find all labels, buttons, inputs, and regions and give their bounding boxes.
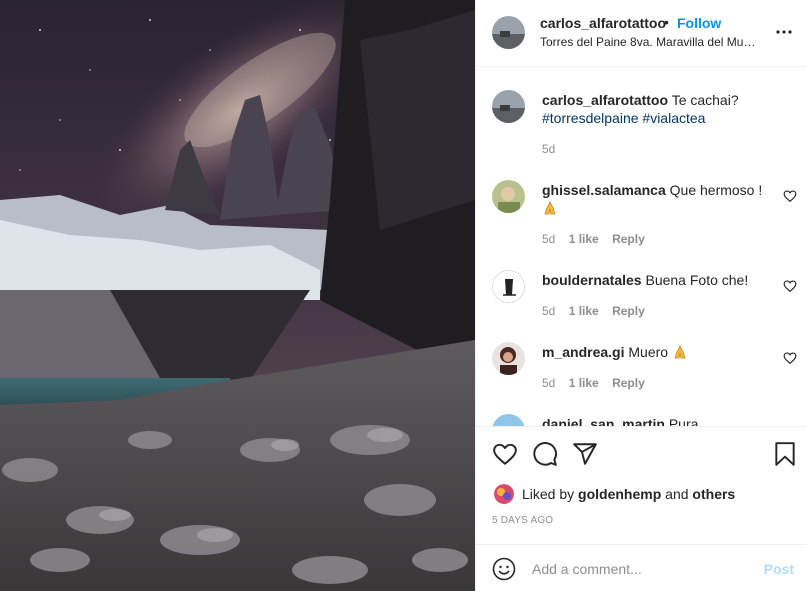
commenter-username[interactable]: bouldernatales (542, 272, 642, 288)
liked-by-conj: and (665, 486, 689, 502)
liker-username[interactable]: goldenhemp (578, 486, 661, 502)
like-comment-heart-icon[interactable] (783, 351, 797, 365)
caption-body: Te cachai? (671, 92, 739, 108)
comment-input[interactable] (532, 557, 752, 581)
liker-avatar (494, 484, 514, 504)
reply-button[interactable]: Reply (612, 376, 645, 390)
comment-likes[interactable]: 1 like (569, 304, 599, 318)
heart-icon[interactable] (492, 441, 518, 467)
like-comment-heart-icon[interactable] (783, 189, 797, 203)
comment-age: 5d (542, 232, 556, 246)
like-comment-heart-icon[interactable] (783, 279, 797, 293)
post-photo[interactable] (0, 0, 475, 591)
post-timestamp[interactable]: 5 DAYS AGO (492, 515, 553, 526)
author-username[interactable]: carlos_alfarotattoo (540, 15, 666, 31)
hashtag-link[interactable]: #torresdelpaine (542, 110, 639, 126)
likes-others-link[interactable]: others (692, 486, 735, 502)
comment-text: ghissel.salamanca Que hermoso ! (542, 181, 772, 217)
comment-meta: 5d 1 like Reply (542, 304, 655, 318)
post-side-panel: carlos_alfarotattoo • Follow Torres del … (475, 0, 807, 591)
comment-body: Buena Foto che! (645, 272, 749, 288)
instagram-post: carlos_alfarotattoo • Follow Torres del … (0, 0, 807, 591)
avatar-image (492, 16, 525, 49)
commenter-avatar[interactable] (492, 414, 525, 426)
comment-text: daniel_san_martin Pura bendiciones (542, 415, 772, 426)
commenter-avatar[interactable] (492, 180, 525, 213)
commenter-avatar[interactable] (492, 342, 525, 375)
comment-icon[interactable] (532, 441, 558, 467)
commenter-username[interactable]: m_andrea.gi (542, 344, 624, 360)
bookmark-icon[interactable] (772, 441, 798, 467)
hashtag-link[interactable]: #vialactea (642, 110, 705, 126)
praying-hands-emoji-icon (544, 201, 556, 215)
follow-button[interactable]: Follow (677, 15, 721, 31)
commenter-username[interactable]: daniel_san_martin (542, 416, 665, 426)
caption-username[interactable]: carlos_alfarotattoo (542, 92, 668, 108)
liked-by-prefix: Liked by (522, 486, 575, 502)
commenter-avatar[interactable] (492, 270, 525, 303)
comment-meta: 5d 1 like Reply (542, 232, 655, 246)
comment-likes[interactable]: 1 like (569, 376, 599, 390)
post-actions: Liked by goldenhemp and others 5 DAYS AG… (476, 426, 807, 544)
comment-age: 5d (542, 376, 556, 390)
comment-body: Muero (628, 344, 669, 360)
avatar-image (493, 271, 524, 302)
emoji-icon[interactable] (492, 557, 516, 581)
comment-meta: 5d 1 like Reply (542, 376, 655, 390)
comment-text: bouldernatales Buena Foto che! (542, 271, 772, 289)
author-avatar[interactable] (492, 16, 525, 49)
comments-list[interactable]: carlos_alfarotattoo Te cachai? #torresde… (476, 68, 807, 426)
post-location[interactable]: Torres del Paine 8va. Maravilla del Mund… (540, 35, 760, 49)
reply-button[interactable]: Reply (612, 232, 645, 246)
caption-avatar[interactable] (492, 90, 525, 123)
more-icon[interactable] (776, 22, 792, 42)
commenter-username[interactable]: ghissel.salamanca (542, 182, 666, 198)
share-icon[interactable] (572, 441, 598, 467)
comment-text: m_andrea.gi Muero (542, 343, 772, 361)
avatar-image (492, 180, 525, 213)
praying-hands-emoji-icon (674, 345, 686, 359)
avatar-image (494, 484, 514, 504)
avatar-image (492, 342, 525, 375)
comment-likes[interactable]: 1 like (569, 232, 599, 246)
likes-summary[interactable]: Liked by goldenhemp and others (494, 483, 735, 505)
caption-age: 5d (542, 142, 556, 156)
mountain-night-photo (0, 0, 475, 591)
header-separator: • (664, 14, 669, 30)
post-header: carlos_alfarotattoo • Follow Torres del … (476, 0, 807, 67)
comment-body: Que hermoso ! (669, 182, 763, 198)
avatar-image (492, 414, 525, 426)
comment-age: 5d (542, 304, 556, 318)
reply-button[interactable]: Reply (612, 304, 645, 318)
post-comment-button[interactable]: Post (764, 561, 794, 577)
add-comment-bar: Post (476, 544, 807, 591)
avatar-image (492, 90, 525, 123)
caption-meta: 5d (542, 142, 565, 156)
caption-text: carlos_alfarotattoo Te cachai? #torresde… (542, 91, 772, 127)
